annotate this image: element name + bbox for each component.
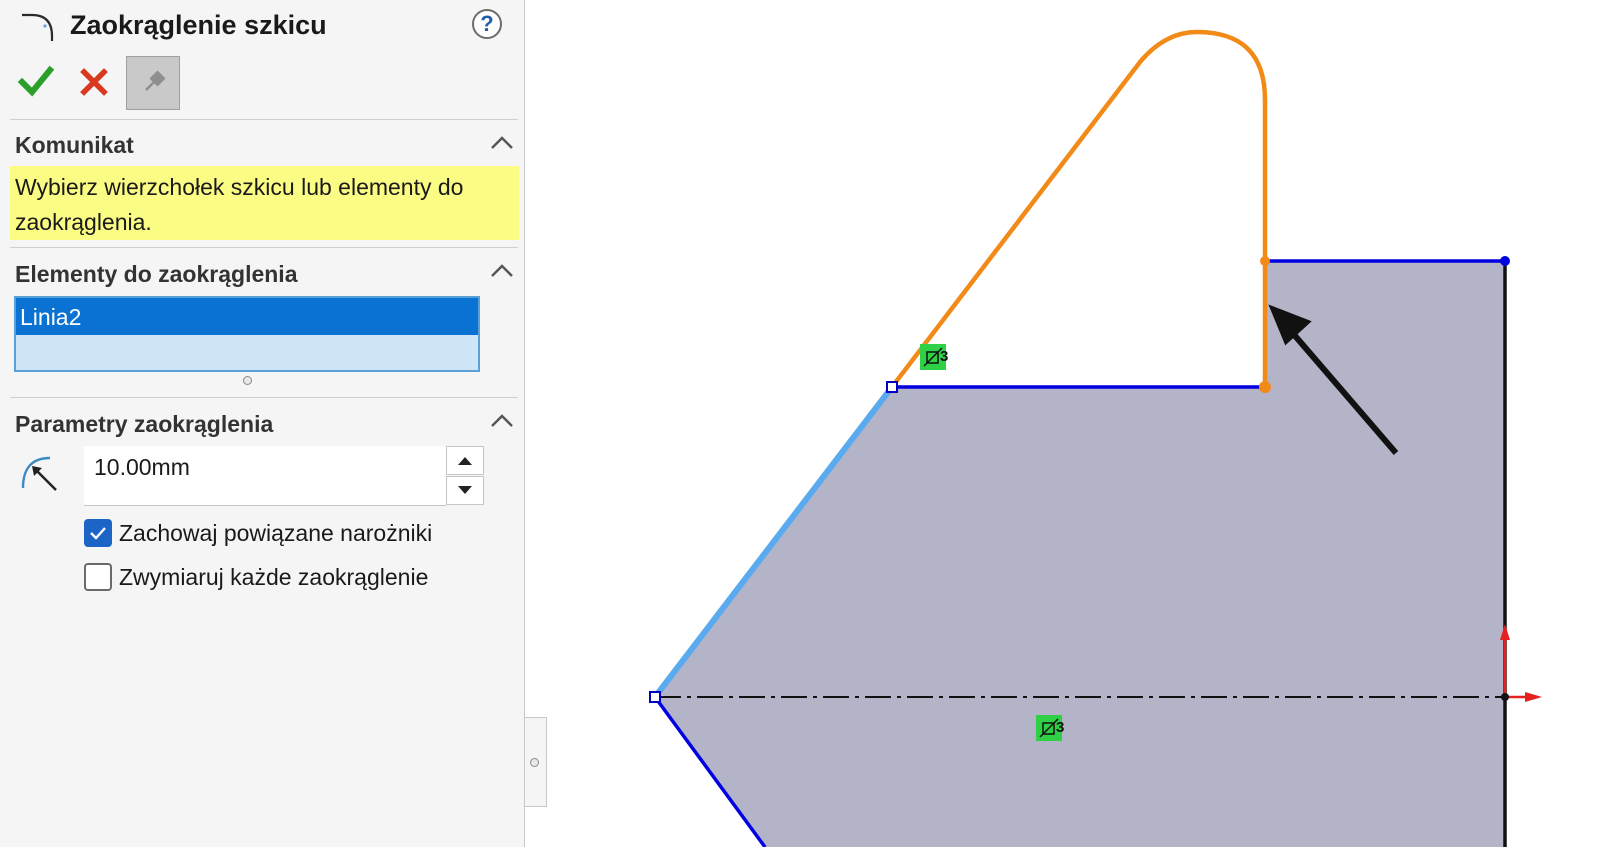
preview-point — [1260, 256, 1270, 266]
sketch-region-fill — [655, 261, 1505, 847]
keep-corners-checkbox[interactable] — [84, 519, 112, 547]
section-divider — [10, 397, 518, 398]
section-divider — [10, 247, 518, 248]
fillet-preview-outline — [890, 29, 1268, 389]
check-icon — [90, 527, 106, 540]
message-box: Wybierz wierzchołek szkicu lub elementy … — [10, 166, 519, 240]
arrow-up-icon — [458, 457, 472, 465]
relation-badge-icon[interactable]: 3 — [920, 344, 948, 370]
radius-increment-button[interactable] — [446, 446, 484, 475]
relation-badge-count: 3 — [1056, 719, 1064, 736]
relation-badge-icon[interactable]: 3 — [1036, 715, 1064, 741]
sketch-fillet-icon — [22, 13, 54, 41]
sketch-endpoint[interactable] — [649, 691, 661, 703]
question-mark-icon: ? — [480, 11, 494, 36]
panel-title: Zaokrąglenie szkicu — [70, 10, 327, 40]
dimension-each-checkbox[interactable] — [84, 563, 112, 591]
relation-badge-count: 3 — [940, 348, 948, 365]
pin-button[interactable] — [126, 56, 180, 110]
property-manager-panel: Zaokrąglenie szkicu ? Komunikat Wybierz … — [0, 0, 525, 847]
radius-decrement-button[interactable] — [446, 476, 484, 505]
sketch-endpoint[interactable] — [886, 381, 898, 393]
arrow-down-icon — [458, 486, 472, 494]
graphics-area[interactable]: 3 3 — [526, 0, 1600, 847]
keep-corners-label: Zachowaj powiązane narożniki — [119, 520, 433, 546]
entities-list[interactable]: Linia2 — [14, 296, 480, 372]
list-item[interactable]: Linia2 — [16, 298, 478, 335]
checkmark-icon — [17, 65, 55, 97]
help-button[interactable]: ? — [472, 9, 502, 39]
preview-point — [1259, 381, 1271, 393]
params-section-title: Parametry zaokrąglenia — [15, 411, 274, 437]
entities-section-title: Elementy do zaokrąglenia — [15, 261, 298, 287]
sketch-point[interactable] — [1500, 256, 1510, 266]
collapse-entities-chevron-icon[interactable] — [489, 262, 515, 280]
ok-button[interactable] — [12, 58, 60, 106]
close-icon — [80, 68, 108, 96]
message-section-title: Komunikat — [15, 132, 134, 158]
fillet-radius-icon — [21, 456, 57, 491]
section-divider — [10, 119, 518, 120]
radius-input[interactable]: 10.00mm — [84, 446, 446, 506]
cancel-button[interactable] — [70, 58, 118, 106]
collapse-message-chevron-icon[interactable] — [489, 134, 515, 152]
list-resize-handle[interactable] — [243, 376, 252, 385]
pushpin-icon — [145, 70, 166, 91]
collapse-params-chevron-icon[interactable] — [489, 412, 515, 430]
dimension-each-label: Zwymiaruj każde zaokrąglenie — [119, 564, 429, 590]
